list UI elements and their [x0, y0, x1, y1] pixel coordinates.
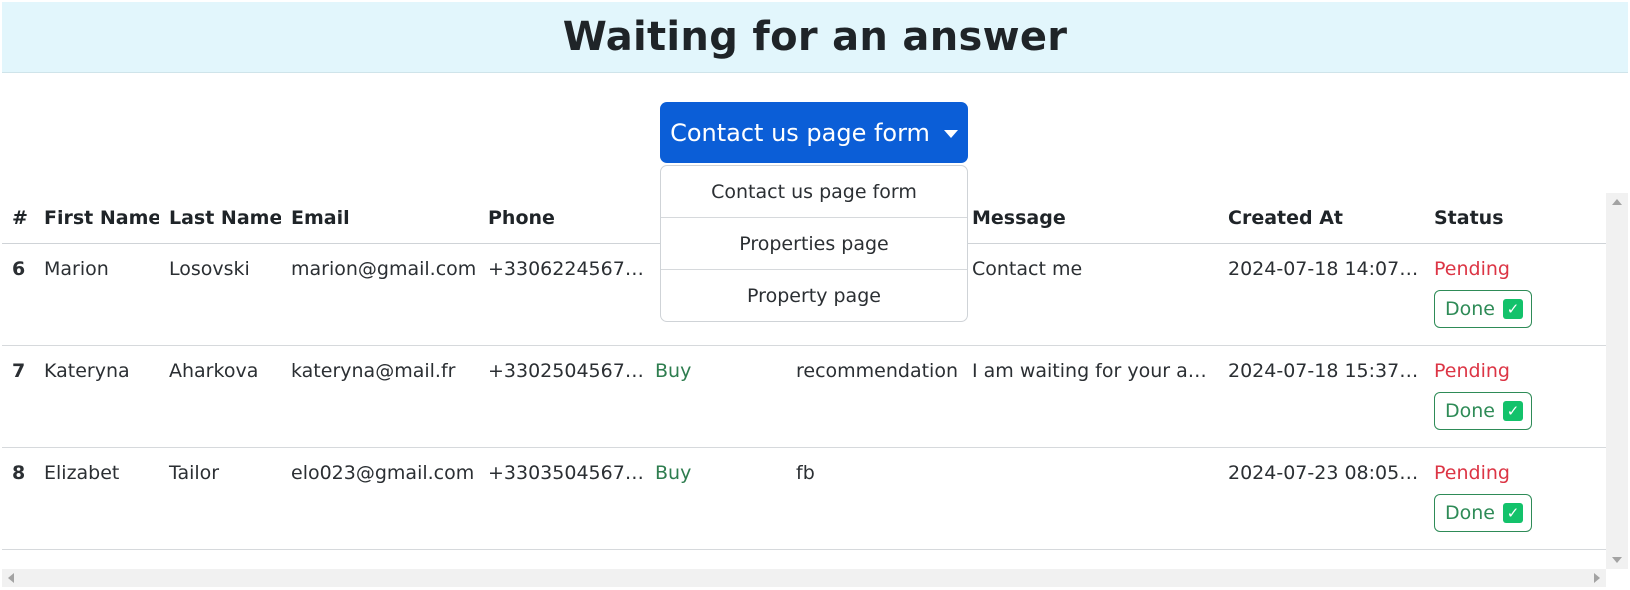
cell-id: 6: [2, 243, 34, 346]
cell-status: Pending Done ✓: [1424, 243, 1606, 346]
cell-source: recommendation: [786, 345, 962, 448]
cell-first-name: Marion: [34, 243, 159, 346]
cell-message: I am waiting for your ans...: [962, 345, 1218, 448]
dropdown-option-properties[interactable]: Properties page: [661, 218, 967, 270]
status-pending-label: Pending: [1434, 258, 1510, 280]
cell-source: fb: [786, 447, 962, 550]
column-header-phone: Phone: [478, 193, 645, 244]
scroll-up-arrow-icon[interactable]: [1612, 199, 1622, 205]
dropdown-option-contact-us[interactable]: Contact us page form: [661, 166, 967, 218]
column-header-status: Status: [1424, 193, 1606, 244]
cell-type: Buy: [645, 345, 786, 448]
cell-id: 8: [2, 447, 34, 550]
caret-down-icon: [943, 129, 958, 138]
cell-phone: +330250456743: [478, 345, 645, 448]
cell-phone: +330350456700: [478, 447, 645, 550]
status-pending-label: Pending: [1434, 360, 1510, 382]
cell-message: [962, 447, 1218, 550]
cell-type: Buy: [645, 447, 786, 550]
dropdown-option-property[interactable]: Property page: [661, 270, 967, 321]
cell-email: kateryna@mail.fr: [281, 345, 478, 448]
column-header-message: Message: [962, 193, 1218, 244]
vertical-scrollbar[interactable]: [1606, 193, 1628, 569]
checkbox-check-icon: ✓: [1503, 299, 1523, 319]
page-title: Waiting for an answer: [562, 14, 1068, 60]
status-pending-label: Pending: [1434, 462, 1510, 484]
cell-created-at: 2024-07-23 08:05:30: [1218, 447, 1424, 550]
cell-email: elo023@gmail.com: [281, 447, 478, 550]
done-button[interactable]: Done ✓: [1434, 494, 1532, 532]
cell-message: Contact me: [962, 243, 1218, 346]
done-button-label: Done: [1445, 298, 1495, 320]
form-source-dropdown-button[interactable]: Contact us page form: [660, 102, 968, 163]
cell-last-name: Tailor: [159, 447, 281, 550]
done-button-label: Done: [1445, 502, 1495, 524]
cell-first-name: Elizabet: [34, 447, 159, 550]
cell-status: Pending Done ✓: [1424, 345, 1606, 448]
cell-id: 7: [2, 345, 34, 448]
horizontal-scrollbar[interactable]: [2, 569, 1606, 587]
table-row: 7 Kateryna Aharkova kateryna@mail.fr +33…: [2, 345, 1606, 448]
column-header-first-name: First Name: [34, 193, 159, 244]
page-header: Waiting for an answer: [2, 2, 1628, 73]
column-header-created-at: Created At: [1218, 193, 1424, 244]
cell-first-name: Kateryna: [34, 345, 159, 448]
scroll-down-arrow-icon[interactable]: [1612, 557, 1622, 563]
done-button[interactable]: Done ✓: [1434, 392, 1532, 430]
done-button[interactable]: Done ✓: [1434, 290, 1532, 328]
scroll-left-arrow-icon[interactable]: [8, 573, 14, 583]
dropdown-menu: Contact us page form Properties page Pro…: [660, 165, 968, 322]
dropdown-selected-label: Contact us page form: [670, 118, 930, 147]
cell-last-name: Losovski: [159, 243, 281, 346]
cell-status: Pending Done ✓: [1424, 447, 1606, 550]
cell-created-at: 2024-07-18 15:37:50: [1218, 345, 1424, 448]
cell-phone: +330622456700: [478, 243, 645, 346]
cell-created-at: 2024-07-18 14:07:26: [1218, 243, 1424, 346]
table-row: 8 Elizabet Tailor elo023@gmail.com +3303…: [2, 447, 1606, 550]
done-button-label: Done: [1445, 400, 1495, 422]
checkbox-check-icon: ✓: [1503, 503, 1523, 523]
column-header-last-name: Last Name: [159, 193, 281, 244]
cell-email: marion@gmail.com: [281, 243, 478, 346]
scroll-right-arrow-icon[interactable]: [1594, 573, 1600, 583]
cell-last-name: Aharkova: [159, 345, 281, 448]
column-header-email: Email: [281, 193, 478, 244]
checkbox-check-icon: ✓: [1503, 401, 1523, 421]
column-header-id: #: [2, 193, 34, 244]
